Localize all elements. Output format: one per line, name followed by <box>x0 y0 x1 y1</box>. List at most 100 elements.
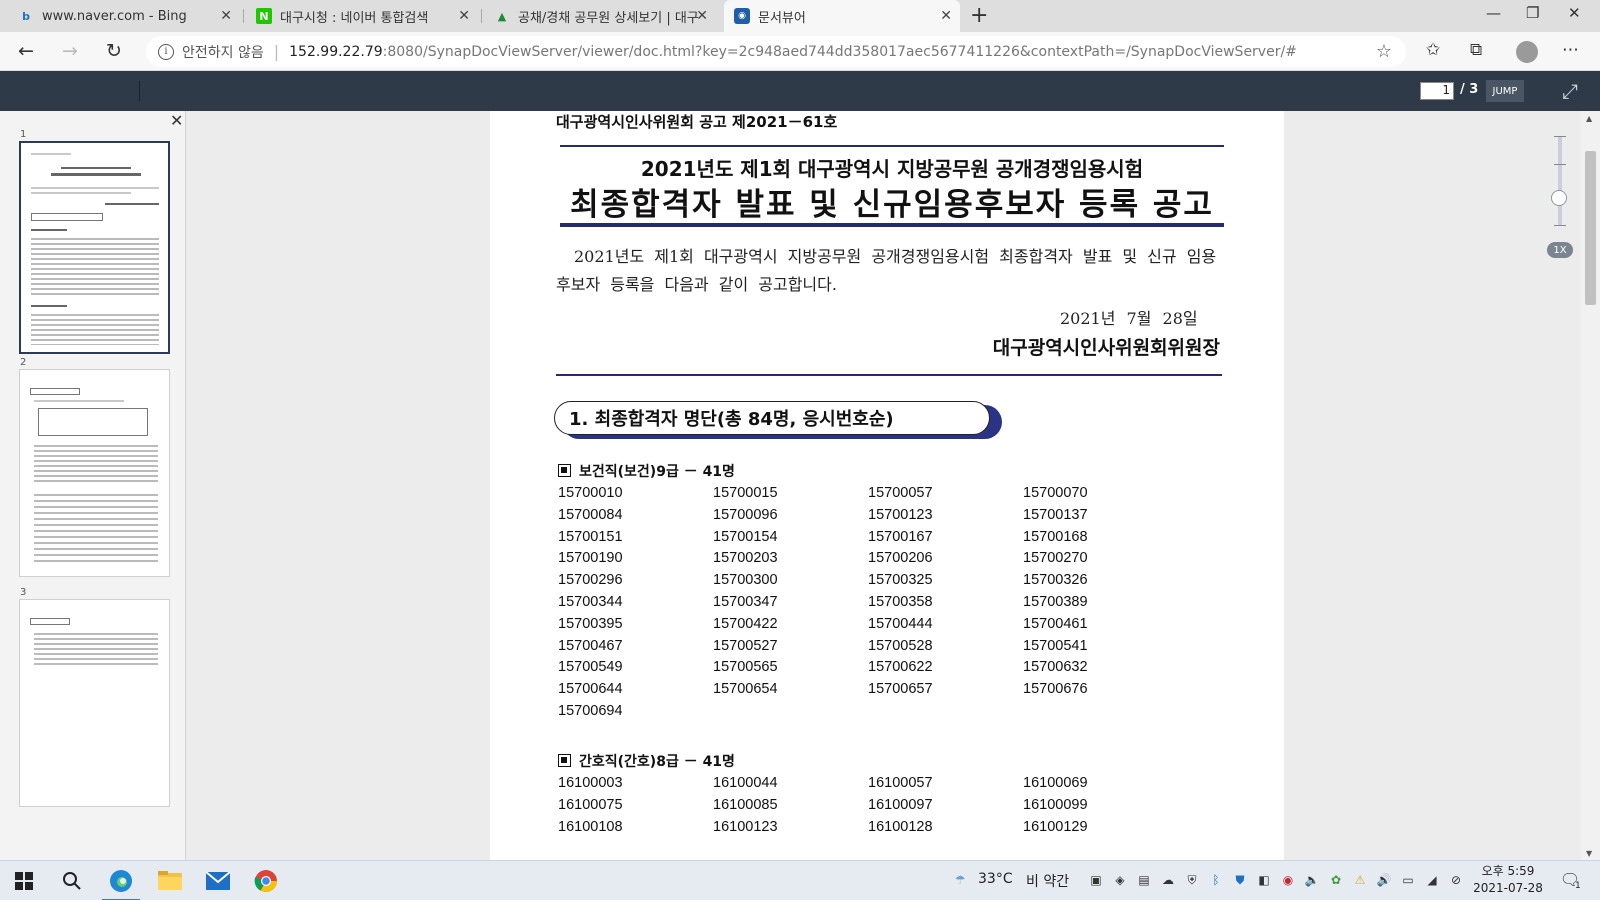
info-icon[interactable]: i <box>158 43 174 60</box>
new-tab-button[interactable]: + <box>970 3 988 28</box>
candidate-number: 15700137 <box>1023 506 1088 523</box>
bluetooth-icon[interactable]: ᛒ <box>1208 872 1224 888</box>
more-menu-icon[interactable]: ⋯ <box>1562 40 1579 60</box>
scroll-thumb[interactable] <box>1585 151 1596 305</box>
divider <box>560 145 1224 147</box>
tab-label: 대구시청 : 네이버 통합검색 <box>280 10 429 26</box>
tray-app-icon[interactable]: ▤ <box>1136 872 1152 888</box>
tab-strip: b www.naver.com - Bing ✕ N 대구시청 : 네이버 통합… <box>0 0 1600 32</box>
candidate-number: 16100057 <box>868 775 933 791</box>
candidate-number: 16100128 <box>868 819 933 835</box>
vertical-scrollbar[interactable]: ▲ ▼ <box>1581 111 1600 860</box>
tray-app-icon[interactable]: ◉ <box>1280 872 1296 888</box>
security-label[interactable]: 안전하지 않음 <box>182 42 264 62</box>
collections-icon[interactable]: ⧉ <box>1470 40 1482 60</box>
zoom-handle[interactable] <box>1551 190 1567 206</box>
fullscreen-icon[interactable]: ⤢ <box>1562 79 1578 103</box>
signer: 대구광역시인사위원회위원장 <box>992 337 1220 359</box>
page-number-input[interactable]: 1 <box>1420 82 1454 100</box>
favorite-star-icon[interactable]: ☆ <box>1376 41 1392 62</box>
notification-count: 1 <box>1575 881 1581 891</box>
tray-app-icon[interactable]: ◈ <box>1112 872 1128 888</box>
tab-doc-viewer[interactable]: ◉ 문서뷰어 ✕ <box>724 0 960 32</box>
bing-icon: b <box>22 9 30 23</box>
battery-icon[interactable]: ▭ <box>1400 872 1416 888</box>
candidate-number: 16100097 <box>868 797 933 813</box>
weather-temp[interactable]: 33°C <box>978 871 1013 887</box>
forward-icon[interactable]: → <box>62 40 78 62</box>
divider <box>556 374 1222 376</box>
document-viewport[interactable]: 대구광역시인사위원회 공고 제2021－61호 2021년도 제1회 대구광역시… <box>186 111 1581 860</box>
weather-icon[interactable]: ☂ <box>952 872 968 888</box>
tray-app-icon[interactable]: ◧ <box>1256 872 1272 888</box>
candidate-number: 15700676 <box>1023 681 1088 698</box>
security-shield-icon[interactable]: ⛨ <box>1184 872 1200 888</box>
candidate-number: 15700565 <box>713 659 778 676</box>
scroll-down-icon[interactable]: ▼ <box>1586 849 1592 858</box>
favorites-icon[interactable]: ✩ <box>1426 40 1440 60</box>
url-text[interactable]: 152.99.22.79:8080/SynapDocViewServer/vie… <box>289 44 1297 60</box>
back-icon[interactable]: ← <box>18 40 34 62</box>
candidate-number: 15700549 <box>558 659 623 676</box>
thumb-number: 3 <box>20 587 27 598</box>
close-tab-icon[interactable]: ✕ <box>940 8 952 24</box>
windows-start-icon[interactable] <box>10 867 38 895</box>
page-thumbnail-3[interactable] <box>19 599 170 807</box>
candidate-number: 15700015 <box>713 485 778 501</box>
mail-icon[interactable] <box>204 867 232 895</box>
file-explorer-icon[interactable] <box>156 867 184 895</box>
url-input[interactable]: i 안전하지 않음 | 152.99.22.79:8080/SynapDocVi… <box>146 36 1406 67</box>
candidate-number: 16100075 <box>558 797 623 813</box>
search-icon[interactable] <box>58 867 86 895</box>
close-window-icon[interactable]: ✕ <box>1568 4 1581 22</box>
maximize-icon[interactable]: ❐ <box>1526 4 1539 22</box>
tab-label: 문서뷰어 <box>758 10 806 26</box>
tab-gongdangi[interactable]: ▲ 공채/경채 공무원 상세보기 | 대구 ✕ <box>484 0 716 32</box>
candidate-number: 15700203 <box>713 550 778 567</box>
profile-avatar[interactable] <box>1516 41 1538 63</box>
page-thumbnail-2[interactable] <box>19 369 170 577</box>
candidate-number: 16100069 <box>1023 775 1088 791</box>
candidate-number: 16100003 <box>558 775 623 791</box>
candidate-number: 15700190 <box>558 550 623 567</box>
refresh-icon[interactable]: ↻ <box>106 40 122 62</box>
address-bar-row: ← → ↻ i 안전하지 않음 | 152.99.22.79:8080/Syna… <box>0 32 1600 71</box>
candidate-number: 15700694 <box>558 703 623 719</box>
candidate-number: 15700347 <box>713 594 778 610</box>
clock[interactable]: 오후 5:59 2021-07-28 <box>1470 863 1546 897</box>
candidate-number: 15700467 <box>558 637 623 654</box>
candidate-number: 15700270 <box>1023 550 1088 567</box>
weather-desc[interactable]: 비 약간 <box>1026 871 1069 891</box>
candidate-number: 15700541 <box>1023 637 1088 654</box>
volume-mixer-icon[interactable]: 🔈 <box>1304 872 1320 888</box>
speaker-icon[interactable]: 🔊 <box>1376 872 1392 888</box>
warning-icon[interactable]: ⚠ <box>1352 872 1368 888</box>
tray-app-icon[interactable]: ▣ <box>1088 872 1104 888</box>
tray-app-icon[interactable]: ☁ <box>1160 872 1176 888</box>
tab-naver[interactable]: N 대구시청 : 네이버 통합검색 ✕ <box>246 0 478 32</box>
close-tab-icon[interactable]: ✕ <box>696 8 708 24</box>
close-tab-icon[interactable]: ✕ <box>220 8 232 24</box>
candidate-number: 15700422 <box>713 615 778 632</box>
scroll-up-icon[interactable]: ▲ <box>1586 114 1592 123</box>
gongdangi-icon: ▲ <box>497 9 507 23</box>
close-panel-icon[interactable]: ✕ <box>170 111 183 130</box>
close-tab-icon[interactable]: ✕ <box>458 8 470 24</box>
page-thumbnail-1[interactable] <box>19 141 170 354</box>
chrome-icon[interactable] <box>252 867 280 895</box>
thumb-number: 1 <box>20 129 27 140</box>
tab-bing[interactable]: b www.naver.com - Bing ✕ <box>8 0 240 32</box>
no-network-icon[interactable]: ⊘ <box>1448 872 1464 888</box>
minimize-icon[interactable]: — <box>1486 4 1501 22</box>
zoom-slider[interactable] <box>1558 136 1562 226</box>
tray-app-icon[interactable]: ✿ <box>1328 872 1344 888</box>
jump-button[interactable]: JUMP <box>1486 80 1524 102</box>
network-icon[interactable]: ◢ <box>1424 872 1440 888</box>
square-bullet-icon <box>558 464 571 477</box>
viewer-icon: ◉ <box>734 8 750 24</box>
edge-icon[interactable] <box>107 867 135 895</box>
candidate-number: 15700461 <box>1023 615 1088 632</box>
tab-label: www.naver.com - Bing <box>42 8 187 24</box>
zoom-level: 1X <box>1547 242 1573 258</box>
defender-icon[interactable]: ⛊ <box>1232 872 1248 888</box>
